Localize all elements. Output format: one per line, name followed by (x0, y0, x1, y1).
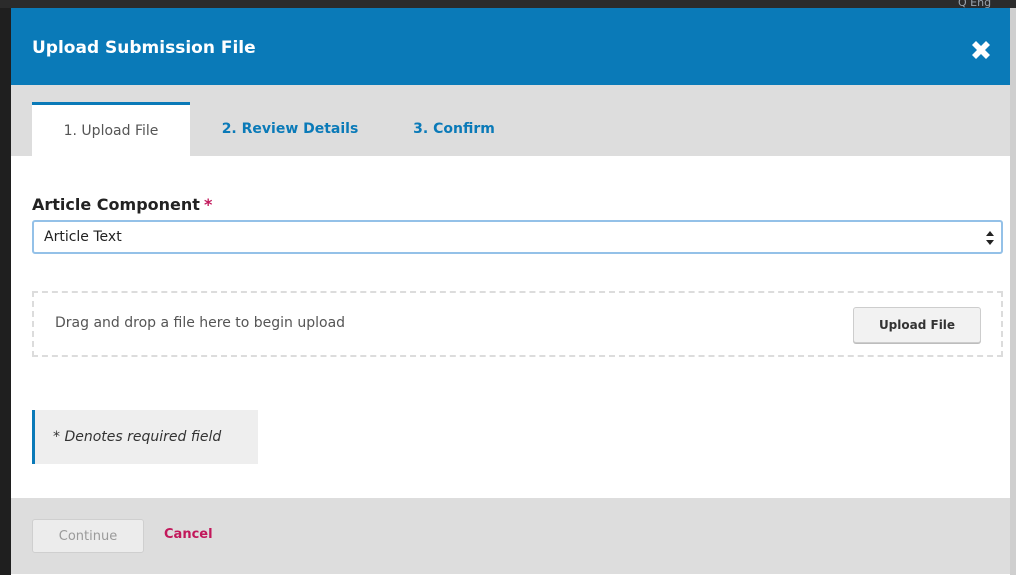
modal-header: Upload Submission File (11, 8, 1010, 85)
upload-file-button[interactable]: Upload File (853, 307, 981, 343)
cancel-link[interactable]: Cancel (164, 527, 213, 542)
article-component-select[interactable]: Article Text (32, 220, 1003, 254)
chevron-updown-icon (985, 227, 995, 249)
modal-footer: Continue Cancel (11, 498, 1010, 574)
article-component-label: Article Component * (32, 195, 212, 214)
backdrop-right-strip (1010, 8, 1016, 575)
tab-confirm[interactable]: 3. Confirm (394, 102, 514, 156)
backdrop-top-bar (0, 0, 1016, 8)
close-icon[interactable] (967, 36, 995, 64)
required-star: * (203, 195, 213, 214)
modal-title: Upload Submission File (32, 38, 256, 58)
backdrop-left-strip (0, 8, 11, 575)
upload-submission-modal: Upload Submission File 1. Upload File 2.… (11, 8, 1010, 574)
wizard-tabs: 1. Upload File 2. Review Details 3. Conf… (11, 85, 1010, 156)
file-dropzone[interactable]: Drag and drop a file here to begin uploa… (32, 291, 1003, 357)
required-field-notice-text: * Denotes required field (53, 429, 222, 445)
continue-button[interactable]: Continue (32, 519, 144, 553)
article-component-label-text: Article Component (32, 195, 200, 214)
tab-review-details[interactable]: 2. Review Details (205, 102, 375, 156)
required-field-notice: * Denotes required field (32, 410, 258, 464)
dropzone-instructions: Drag and drop a file here to begin uploa… (55, 315, 346, 331)
tab-upload-file[interactable]: 1. Upload File (32, 102, 190, 156)
article-component-selected-value: Article Text (44, 229, 122, 245)
